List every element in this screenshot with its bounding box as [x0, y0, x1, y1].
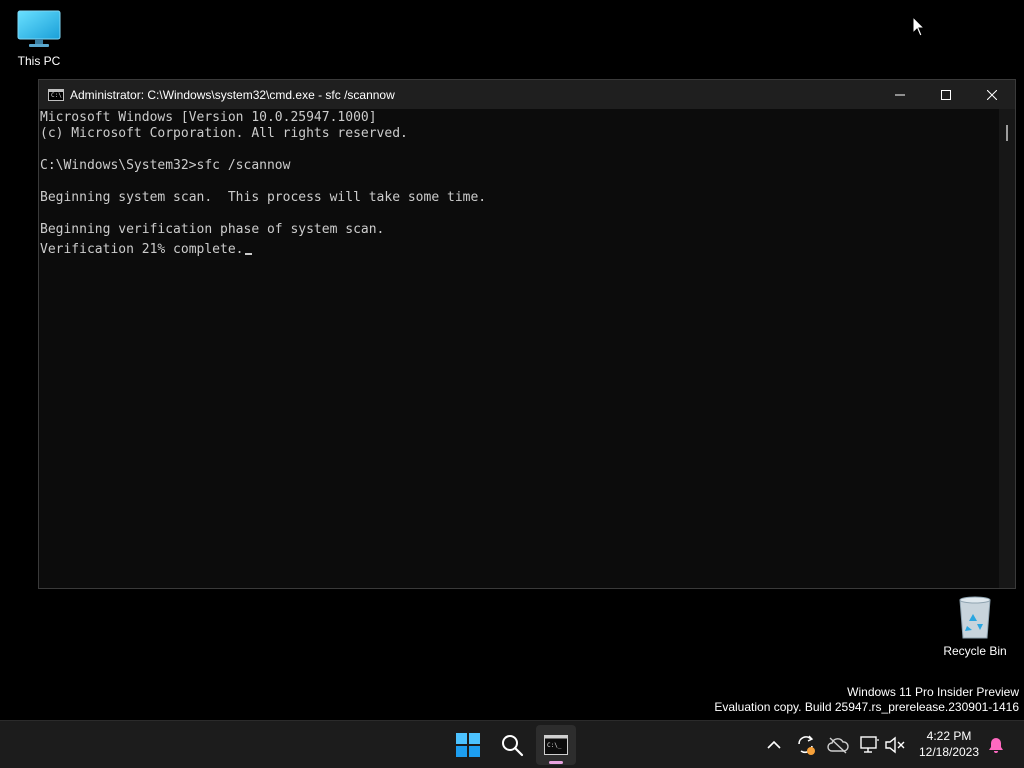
notification-bell-icon	[989, 738, 1003, 753]
mouse-pointer-icon	[912, 16, 926, 37]
svg-text:C:\_: C:\_	[547, 742, 562, 749]
window-title: Administrator: C:\Windows\system32\cmd.e…	[70, 87, 395, 102]
console-line: Microsoft Windows [Version 10.0.25947.10…	[40, 110, 377, 125]
console-output[interactable]: Microsoft Windows [Version 10.0.25947.10…	[39, 109, 999, 588]
window-controls	[877, 80, 1015, 109]
close-button[interactable]	[969, 80, 1015, 109]
show-hidden-icons-button[interactable]	[762, 733, 786, 757]
console-line	[40, 174, 999, 190]
taskbar-clock[interactable]: 4:22 PM 12/18/2023	[912, 728, 986, 760]
console-line	[40, 206, 999, 222]
desktop: This PC Recycle Bin C:\ Administrator: C…	[0, 0, 1024, 720]
notifications-button[interactable]	[984, 733, 1008, 757]
evaluation-watermark: Windows 11 Pro Insider Preview Evaluatio…	[714, 685, 1019, 715]
maximize-button[interactable]	[923, 80, 969, 109]
console-line: Beginning system scan. This process will…	[40, 190, 487, 205]
console-line	[40, 142, 999, 158]
minimize-icon	[895, 94, 905, 95]
taskbar-app-cmd[interactable]: C:\_	[536, 725, 576, 765]
chevron-up-icon	[767, 740, 781, 749]
search-icon	[502, 735, 524, 757]
onedrive-button[interactable]	[826, 733, 850, 757]
desktop-icon-label: This PC	[17, 54, 61, 68]
minimize-button[interactable]	[877, 80, 923, 109]
desktop-icon-label: Recycle Bin	[943, 644, 1007, 658]
close-icon	[987, 89, 997, 100]
sync-status-button[interactable]	[794, 733, 818, 757]
terminal-icon: C:\_	[544, 735, 568, 755]
desktop-icon-this-pc[interactable]: This PC	[1, 8, 77, 68]
taskbar: C:\_ 4:22 PM 12/18/2023	[0, 720, 1024, 768]
vertical-scrollbar[interactable]	[999, 109, 1015, 588]
watermark-line: Windows 11 Pro Insider Preview	[847, 685, 1019, 699]
clock-time: 4:22 PM	[926, 729, 972, 743]
console-line: Beginning verification phase of system s…	[40, 222, 385, 237]
volume-button[interactable]	[883, 733, 907, 757]
recycle-bin-icon	[959, 596, 991, 639]
maximize-icon	[941, 89, 951, 100]
cloud-offline-icon	[827, 737, 849, 754]
console-line: C:\Windows\System32>sfc /scannow	[40, 158, 291, 173]
network-button[interactable]	[858, 733, 882, 757]
active-indicator	[549, 761, 563, 764]
text-cursor	[244, 253, 252, 255]
monitor-icon	[17, 10, 61, 47]
network-icon	[860, 736, 879, 753]
sync-icon	[798, 735, 815, 755]
title-bar[interactable]: C:\ Administrator: C:\Windows\system32\c…	[39, 80, 1015, 109]
search-button[interactable]	[492, 725, 532, 765]
console-line: (c) Microsoft Corporation. All rights re…	[40, 126, 408, 141]
scrollbar-thumb[interactable]	[1006, 125, 1008, 141]
start-button[interactable]	[448, 725, 488, 765]
clock-date: 12/18/2023	[918, 745, 980, 759]
console-line: Verification 21% complete.	[40, 242, 244, 257]
desktop-icon-recycle-bin[interactable]: Recycle Bin	[937, 596, 1013, 658]
watermark-line: Evaluation copy. Build 25947.rs_prerelea…	[714, 700, 1019, 714]
cmd-window[interactable]: C:\ Administrator: C:\Windows\system32\c…	[38, 79, 1016, 589]
windows-start-icon	[456, 733, 480, 757]
cmd-icon: C:\	[48, 88, 64, 101]
volume-muted-icon	[885, 736, 905, 754]
